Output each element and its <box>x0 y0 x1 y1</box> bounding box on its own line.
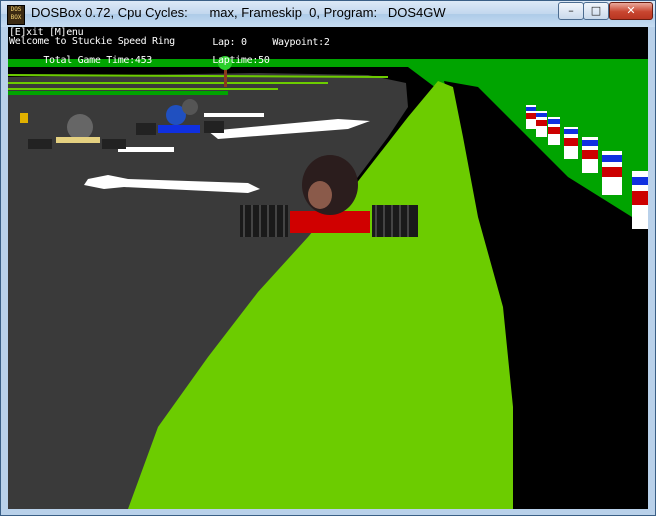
laptime: Laptime:50 <box>178 46 270 76</box>
spectator-icon <box>20 113 28 123</box>
waypoint-value: 2 <box>323 37 330 48</box>
total-time-value: 453 <box>134 55 153 66</box>
dosbox-window: DOS BOX DOSBox 0.72, Cpu Cycles: max, Fr… <box>0 0 656 516</box>
lane-marking <box>118 147 174 152</box>
total-time-label: Total Game Time: <box>43 55 135 66</box>
laptime-label: Laptime: <box>212 55 259 66</box>
game-screen[interactable]: [E]xit [M]enu Welcome to Stuckie Speed R… <box>8 27 648 509</box>
maximize-button[interactable]: □ <box>583 2 609 20</box>
waypoint-label: Waypoint: <box>272 37 324 48</box>
race-scene <box>8 27 648 509</box>
start-line <box>204 113 264 117</box>
dosbox-icon: DOS BOX <box>7 5 25 25</box>
laptime-value: 50 <box>258 55 270 66</box>
total-time: Total Game Time:453 <box>9 46 152 76</box>
minimize-button[interactable]: – <box>558 2 584 20</box>
title-bar[interactable]: DOS BOX DOSBox 0.72, Cpu Cycles: max, Fr… <box>1 1 655 27</box>
close-button[interactable]: ✕ <box>609 2 653 20</box>
window-title: DOSBox 0.72, Cpu Cycles: max, Frameskip … <box>31 5 446 20</box>
